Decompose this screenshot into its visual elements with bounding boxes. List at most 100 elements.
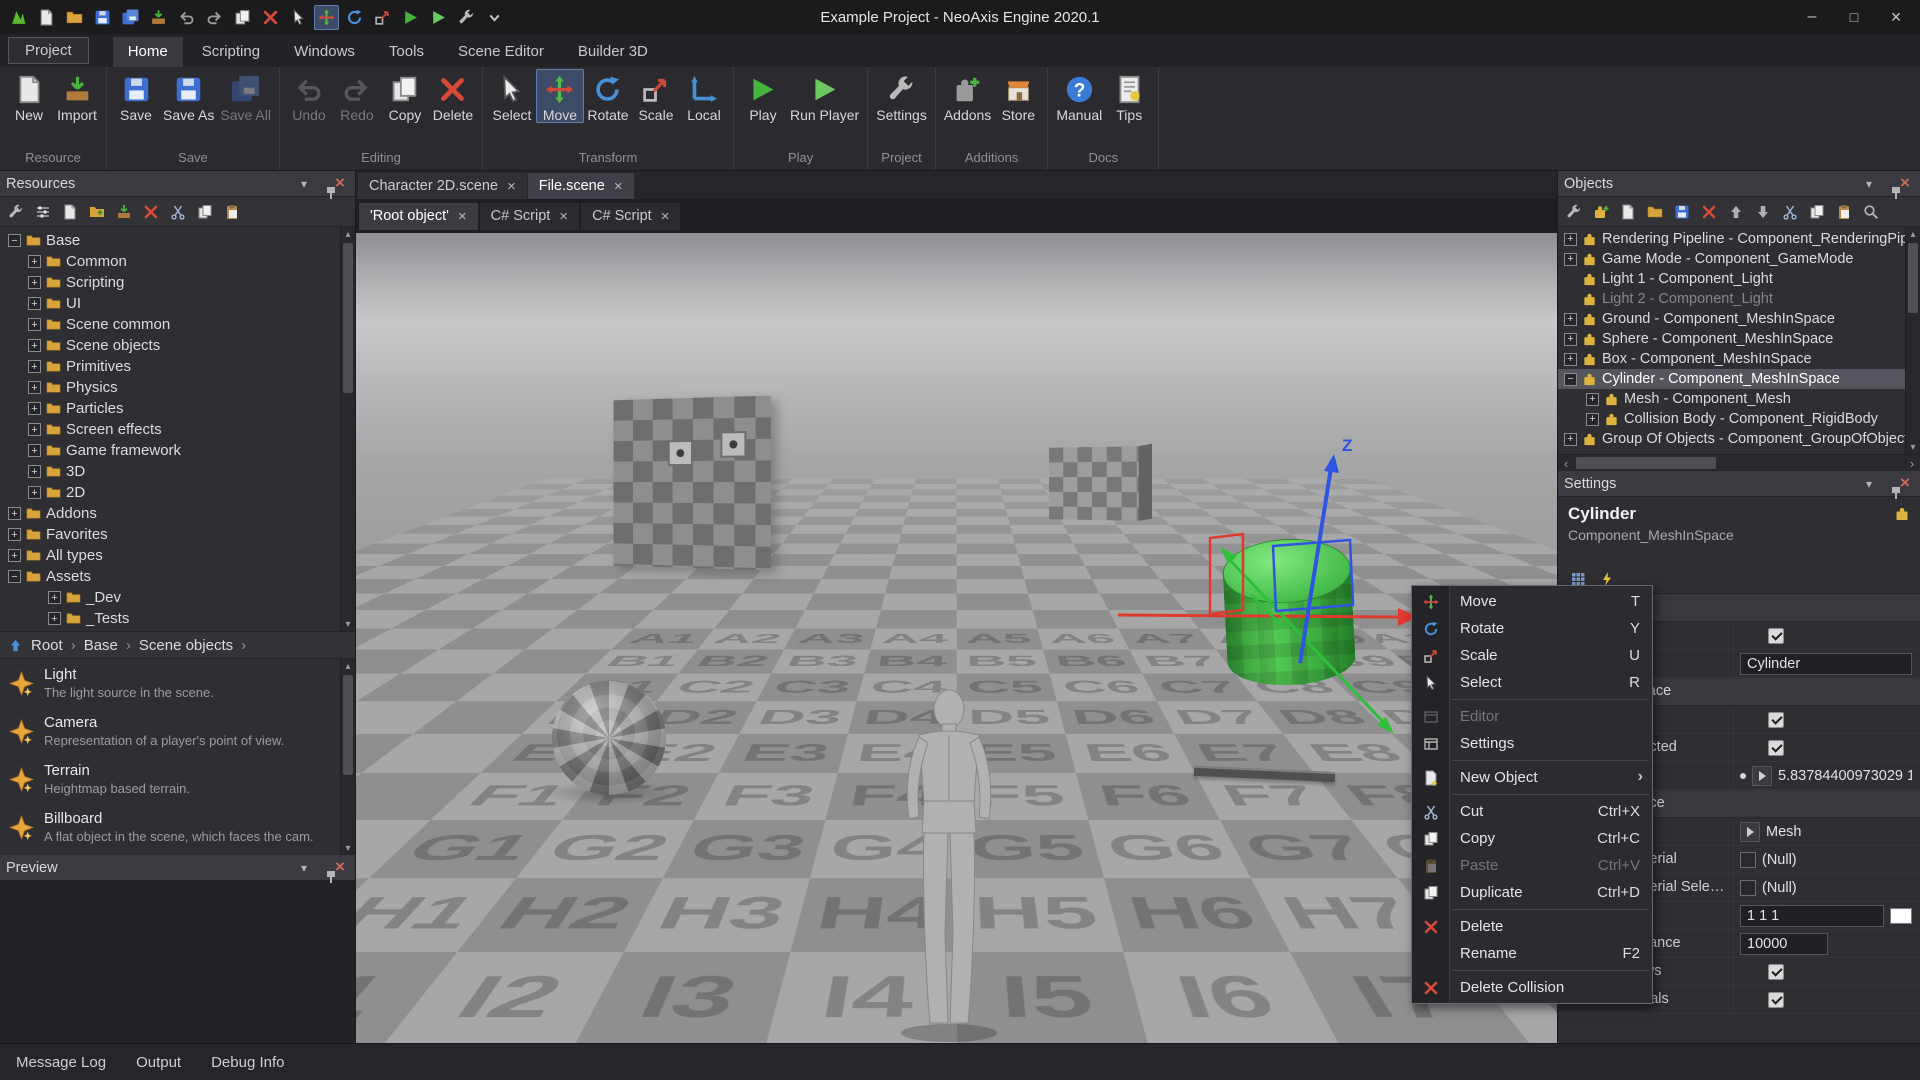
menu-item-delete-collision[interactable]: Delete Collision [1412,974,1652,1001]
select-button[interactable] [286,5,311,30]
document-tab-character-2d-scene[interactable]: Character 2D.scene [358,173,527,199]
tree-item-ground-component-meshinspace[interactable]: Ground - Component_MeshInSpace [1558,309,1920,329]
expander-icon[interactable] [8,234,21,247]
save-button[interactable]: Save [112,69,160,123]
resources-import-button[interactable] [112,200,136,224]
resources-cut-button[interactable] [166,200,190,224]
menu-item-copy[interactable]: CopyCtrl+C [1412,825,1652,852]
panel-menu-button[interactable] [295,175,313,193]
tree-item-tests[interactable]: _Tests [0,608,355,629]
property-value[interactable]: 10000 [1734,930,1920,957]
play-button[interactable]: Play [739,69,787,123]
undo-button[interactable] [174,5,199,30]
expander-icon[interactable] [8,528,21,541]
delete-button[interactable]: Delete [429,69,477,123]
select-button[interactable]: Select [488,69,536,123]
list-item-light[interactable]: LightThe light source in the scene. [0,659,355,707]
store-button[interactable]: Store [994,69,1042,123]
expander-icon[interactable] [8,549,21,562]
property-value[interactable]: (Null) [1734,846,1920,873]
resources-paste-button[interactable] [220,200,244,224]
expander-icon[interactable] [1564,333,1577,346]
expander-icon[interactable] [28,360,41,373]
panel-pin-button[interactable] [1878,475,1896,493]
menu-item-scale[interactable]: ScaleU [1412,642,1652,669]
tree-item-scene-objects[interactable]: Scene objects [0,335,355,356]
property-value[interactable]: (Null) [1734,874,1920,901]
menu-item-new-object[interactable]: New Object [1412,764,1652,791]
expander-icon[interactable] [28,486,41,499]
tree-item-cylinder-component-meshinspace[interactable]: Cylinder - Component_MeshInSpace [1558,369,1920,389]
scale-button[interactable]: Scale [632,69,680,123]
expander-icon[interactable] [28,381,41,394]
run-player-button[interactable]: Run Player [787,69,862,123]
save-as-button[interactable]: Save As [160,69,217,123]
objects-add-component-button[interactable] [1589,200,1613,224]
property-value[interactable] [1734,622,1920,649]
checkbox-receive-decals[interactable] [1768,992,1784,1008]
addons-button[interactable]: Addons [941,69,994,123]
expander-icon[interactable] [1564,233,1577,246]
new-document-button[interactable] [34,5,59,30]
character-mannequin[interactable] [882,683,1016,1043]
scale-button[interactable] [370,5,395,30]
editor-tab-c-script[interactable]: C# Script [581,203,680,230]
expander-icon[interactable] [28,402,41,415]
local-button[interactable]: Local [680,69,728,123]
manual-button[interactable]: ?Manual [1053,69,1105,123]
panel-menu-button[interactable] [1860,175,1878,193]
expander-icon[interactable] [1564,433,1577,446]
resources-copy-button[interactable] [193,200,217,224]
menu-item-settings[interactable]: Settings [1412,730,1652,757]
new-button[interactable]: New [5,69,53,123]
type-list-scrollbar[interactable] [340,659,355,855]
list-item-billboard[interactable]: BillboardA flat object in the scene, whi… [0,803,355,851]
import-button[interactable] [146,5,171,30]
property-value[interactable] [1734,706,1920,733]
checkbox-can-be-selected[interactable] [1768,740,1784,756]
menu-item-rotate[interactable]: RotateY [1412,615,1652,642]
expander-icon[interactable] [1564,353,1577,366]
expander-icon[interactable] [1586,413,1599,426]
expander-icon[interactable] [1586,393,1599,406]
rotate-button[interactable] [342,5,367,30]
move-button[interactable]: Move [536,69,584,123]
tree-item-screen-effects[interactable]: Screen effects [0,419,355,440]
tree-item-3d[interactable]: 3D [0,461,355,482]
checkered-wall-object[interactable] [614,396,771,571]
ribbon-tab-home[interactable]: Home [113,37,183,67]
scrollbar-thumb[interactable] [343,675,353,775]
expander-icon[interactable] [48,591,61,604]
property-value[interactable]: Mesh [1734,818,1920,845]
tab-close-icon[interactable] [614,178,623,195]
property-value[interactable]: 5.83784400973029 1.75 [1734,762,1920,789]
box-object[interactable] [1049,446,1139,521]
objects-arrow-down-button[interactable] [1751,200,1775,224]
panel-pin-button[interactable] [1878,175,1896,193]
tree-item-particles[interactable]: Particles [0,398,355,419]
color-swatch[interactable] [1890,908,1912,924]
settings-button[interactable]: Settings [873,69,930,123]
resources-tree-scrollbar[interactable] [340,227,355,631]
expander-icon[interactable] [1564,373,1577,386]
expand-button[interactable] [1740,822,1760,842]
property-value[interactable] [1734,958,1920,985]
expand-button[interactable] [1752,766,1772,786]
objects-arrow-up-button[interactable] [1724,200,1748,224]
up-level-icon[interactable] [8,638,23,653]
resources-wrench-button[interactable] [4,200,28,224]
expander-icon[interactable] [28,444,41,457]
save-all-button[interactable] [118,5,143,30]
breadcrumb-item-scene-objects[interactable]: Scene objects [139,637,233,654]
rotate-button[interactable]: Rotate [584,69,632,123]
expander-icon[interactable] [28,318,41,331]
list-item-camera[interactable]: CameraRepresentation of a player's point… [0,707,355,755]
statusbar-item-output[interactable]: Output [136,1054,181,1071]
tree-item-2d[interactable]: 2D [0,482,355,503]
expander-icon[interactable] [8,507,21,520]
resources-delete-button[interactable] [139,200,163,224]
document-tab-file-scene[interactable]: File.scene [528,173,634,199]
tab-close-icon[interactable] [559,208,568,225]
objects-tree-scrollbar[interactable] [1905,227,1920,454]
resources-new-folder-button[interactable] [85,200,109,224]
